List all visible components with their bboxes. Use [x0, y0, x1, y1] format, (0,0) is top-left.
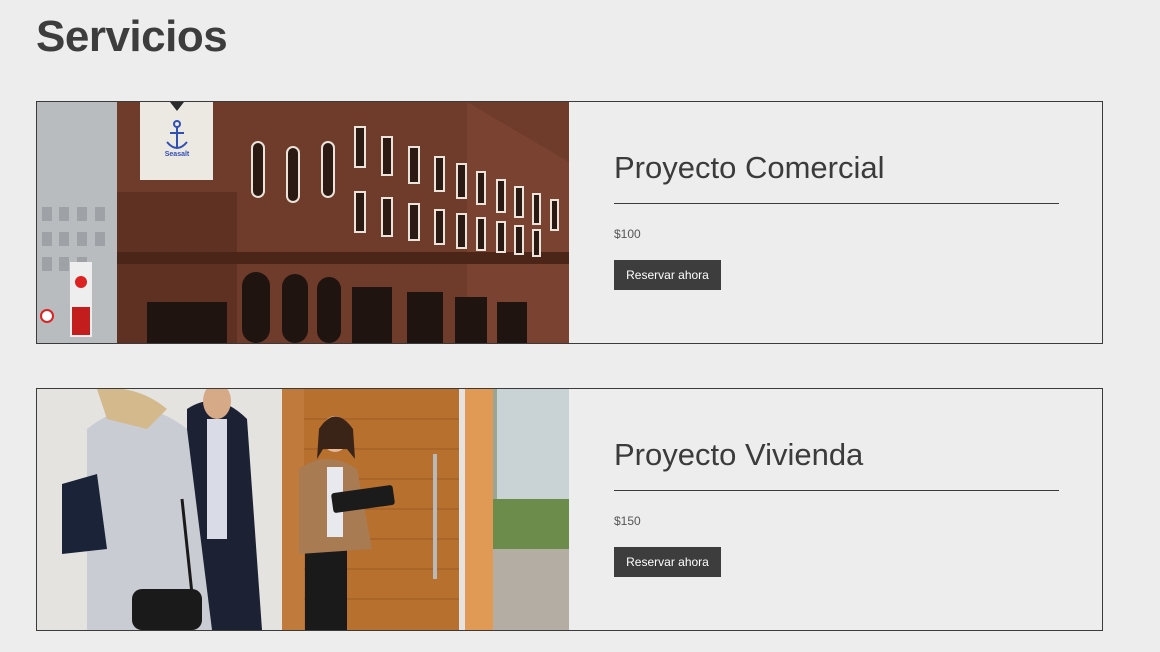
service-image-building[interactable]: Seasalt: [37, 102, 569, 343]
divider: [614, 490, 1059, 491]
service-price: $150: [614, 514, 641, 528]
service-image-realtor[interactable]: [37, 389, 569, 630]
service-title[interactable]: Proyecto Comercial: [614, 150, 884, 186]
page-title: Servicios: [36, 12, 228, 61]
service-title[interactable]: Proyecto Vivienda: [614, 437, 863, 473]
book-now-button[interactable]: Reservar ahora: [614, 547, 721, 577]
book-now-button[interactable]: Reservar ahora: [614, 260, 721, 290]
realtor-greeting-image: [37, 389, 569, 630]
service-card-comercial: Seasalt Proyecto Comercial $100 Reservar…: [36, 101, 1103, 344]
divider: [614, 203, 1059, 204]
service-details: Proyecto Comercial $100 Reservar ahora: [614, 102, 1059, 343]
service-card-vivienda: Proyecto Vivienda $150 Reservar ahora: [36, 388, 1103, 631]
banner-logo-text: Seasalt: [165, 151, 190, 158]
brick-building-image: Seasalt: [37, 102, 569, 343]
service-details: Proyecto Vivienda $150 Reservar ahora: [614, 389, 1059, 630]
service-price: $100: [614, 227, 641, 241]
